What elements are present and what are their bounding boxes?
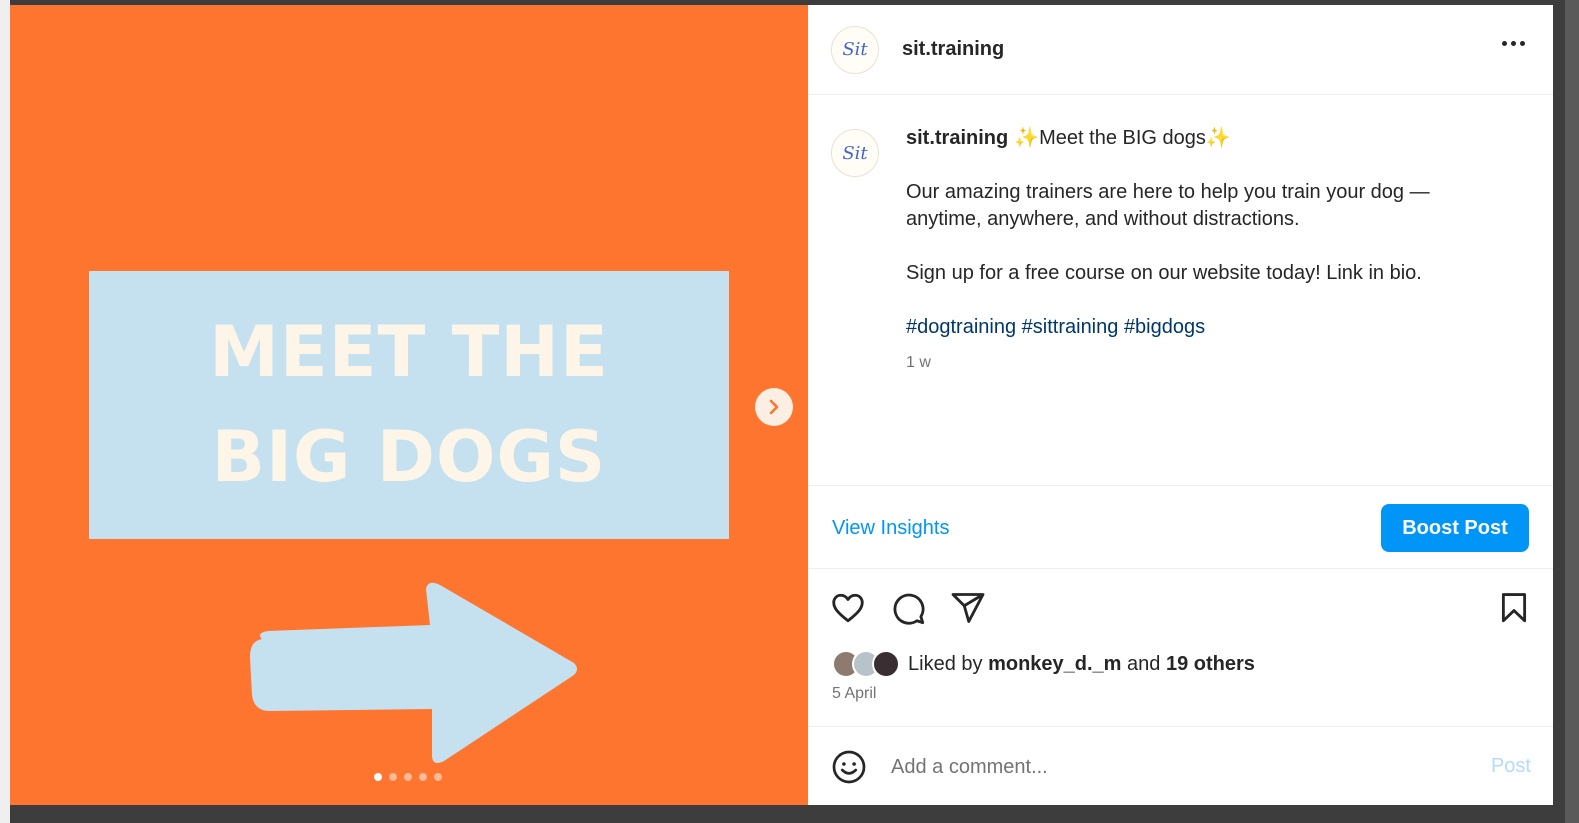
insights-bar: View Insights Boost Post [808,485,1553,569]
caption-avatar[interactable]: Sit [831,129,879,177]
carousel-dot [374,773,382,781]
caption-username[interactable]: sit.training [906,127,1008,149]
avatar-logo: Sit [842,142,868,164]
post-header: Sit sit.training [808,5,1553,95]
banner-line-2: BIG DOGS [211,416,607,498]
caption-paragraph-1: Our amazing trainers are here to help yo… [906,181,1430,230]
caption-block: Sit sit.training ✨Meet the BIG dogs✨ Our … [831,127,1533,376]
bookmark-icon[interactable] [1497,590,1531,626]
caption-paragraph-2: Sign up for a free course on our website… [906,262,1422,284]
post-comment-button[interactable]: Post [1491,755,1531,778]
post-details-panel: Sit sit.training Sit sit.training ✨Meet t… [808,5,1553,805]
liked-by-user-link[interactable]: monkey_d._m [988,653,1121,676]
banner-line-1: MEET THE [209,311,609,393]
and-label: and [1127,652,1161,675]
view-insights-link[interactable]: View Insights [832,517,949,540]
media-banner: MEET THE BIG DOGS [89,271,729,539]
chevron-right-icon [769,399,779,415]
more-options-icon[interactable] [1502,41,1525,46]
caption-timestamp[interactable]: 1 w [906,349,1486,376]
comment-icon[interactable] [890,590,926,626]
carousel-dot [434,773,442,781]
emoji-icon[interactable] [831,749,867,785]
post-date[interactable]: 5 April [832,685,876,703]
background-page-edge [0,0,10,823]
heart-icon[interactable] [830,590,866,626]
liker-avatars[interactable] [832,650,900,678]
share-icon[interactable] [950,590,986,626]
background-page-edge-right [1565,0,1579,823]
likes-summary: Liked by monkey_d._m and 19 others [832,650,1255,678]
boost-post-button[interactable]: Boost Post [1381,504,1529,552]
next-slide-button[interactable] [755,388,793,426]
carousel-dot [404,773,412,781]
avatar [872,650,900,678]
carousel-dot [389,773,397,781]
comment-input[interactable] [891,752,1451,782]
hashtag-link[interactable]: #sittraining [1022,316,1119,338]
avatar-logo: Sit [842,39,868,60]
avatar[interactable]: Sit [831,25,879,74]
post-modal: MEET THE BIG DOGS Sit sit.training Sit s… [10,5,1553,805]
caption-hashtags: #dogtraining #sittraining #bigdogs [906,314,1486,341]
carousel-dot [419,773,427,781]
others-link[interactable]: 19 others [1166,653,1255,676]
post-actions [830,590,1531,626]
post-username[interactable]: sit.training [902,38,1004,61]
liked-by-label: Liked by [908,652,983,675]
caption-text: sit.training ✨Meet the BIG dogs✨ Our amaz… [906,127,1486,376]
carousel-dots [374,773,442,781]
arrow-graphic [250,582,577,763]
comment-bar: Post [808,726,1553,805]
post-media: MEET THE BIG DOGS [10,5,808,805]
hashtag-link[interactable]: #bigdogs [1124,316,1205,338]
hashtag-link[interactable]: #dogtraining [906,316,1016,338]
caption-headline: ✨Meet the BIG dogs✨ [1014,127,1231,149]
